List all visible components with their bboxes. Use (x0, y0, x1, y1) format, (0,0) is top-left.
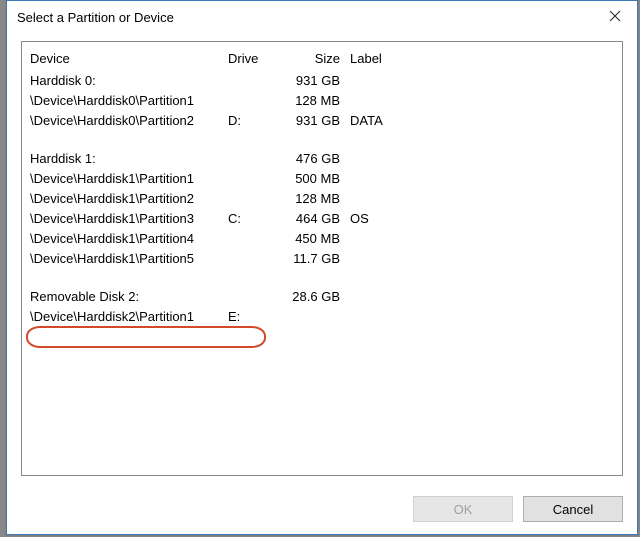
list-item[interactable]: \Device\Harddisk1\Partition3C:464 GBOS (22, 208, 622, 228)
cell-size: 450 MB (268, 231, 350, 246)
blank-row (22, 268, 622, 286)
cell-drive: C: (228, 211, 268, 226)
list-item[interactable]: Harddisk 0: 931 GB (22, 70, 622, 90)
dialog-content: Device Drive Size Label Harddisk 0: 931 G… (7, 33, 637, 486)
window-title: Select a Partition or Device (17, 10, 174, 25)
cell-device: \Device\Harddisk1\Partition1 (30, 171, 228, 186)
cell-size: 28.6 GB (268, 289, 350, 304)
list-header: Device Drive Size Label (22, 48, 622, 70)
dialog-footer: OK Cancel (7, 486, 637, 534)
cell-size: 11.7 GB (268, 251, 350, 266)
list-item[interactable]: \Device\Harddisk1\Partition5 11.7 GB (22, 248, 622, 268)
list-item[interactable]: \Device\Harddisk0\Partition1 128 MB (22, 90, 622, 110)
cell-size: 464 GB (268, 211, 350, 226)
cell-size: 476 GB (268, 151, 350, 166)
cell-size: 931 GB (268, 73, 350, 88)
list-item[interactable]: \Device\Harddisk1\Partition1 500 MB (22, 168, 622, 188)
partition-list[interactable]: Device Drive Size Label Harddisk 0: 931 G… (21, 41, 623, 476)
cell-size: 500 MB (268, 171, 350, 186)
cancel-button[interactable]: Cancel (523, 496, 623, 522)
list-item[interactable]: \Device\Harddisk0\Partition2D:931 GBDATA (22, 110, 622, 130)
cell-size: 128 MB (268, 191, 350, 206)
cell-device: \Device\Harddisk2\Partition1 (30, 309, 228, 324)
close-button[interactable] (592, 2, 637, 32)
list-item[interactable]: \Device\Harddisk1\Partition4 450 MB (22, 228, 622, 248)
cell-size: 128 MB (268, 93, 350, 108)
col-header-size: Size (268, 51, 350, 66)
list-item[interactable]: \Device\Harddisk2\Partition1E: (22, 306, 622, 326)
close-icon (609, 10, 621, 25)
cell-drive: D: (228, 113, 268, 128)
cell-size: 931 GB (268, 113, 350, 128)
cell-device: \Device\Harddisk1\Partition3 (30, 211, 228, 226)
cell-device: \Device\Harddisk1\Partition4 (30, 231, 228, 246)
list-item[interactable]: Removable Disk 2: 28.6 GB (22, 286, 622, 306)
list-item[interactable]: \Device\Harddisk1\Partition2 128 MB (22, 188, 622, 208)
col-header-drive: Drive (228, 51, 268, 66)
cell-device: \Device\Harddisk1\Partition5 (30, 251, 228, 266)
cell-device: Removable Disk 2: (30, 289, 228, 304)
cell-label: OS (350, 211, 614, 226)
dialog-window: Select a Partition or Device Device Driv… (6, 0, 638, 535)
cell-device: \Device\Harddisk0\Partition1 (30, 93, 228, 108)
cell-device: \Device\Harddisk0\Partition2 (30, 113, 228, 128)
col-header-label: Label (350, 51, 614, 66)
cell-device: Harddisk 1: (30, 151, 228, 166)
cell-label: DATA (350, 113, 614, 128)
ok-button[interactable]: OK (413, 496, 513, 522)
annotation-highlight (26, 326, 266, 348)
titlebar: Select a Partition or Device (7, 1, 637, 33)
cell-device: \Device\Harddisk1\Partition2 (30, 191, 228, 206)
col-header-device: Device (30, 51, 228, 66)
blank-row (22, 130, 622, 148)
cell-device: Harddisk 0: (30, 73, 228, 88)
cell-drive: E: (228, 309, 268, 324)
list-item[interactable]: Harddisk 1: 476 GB (22, 148, 622, 168)
